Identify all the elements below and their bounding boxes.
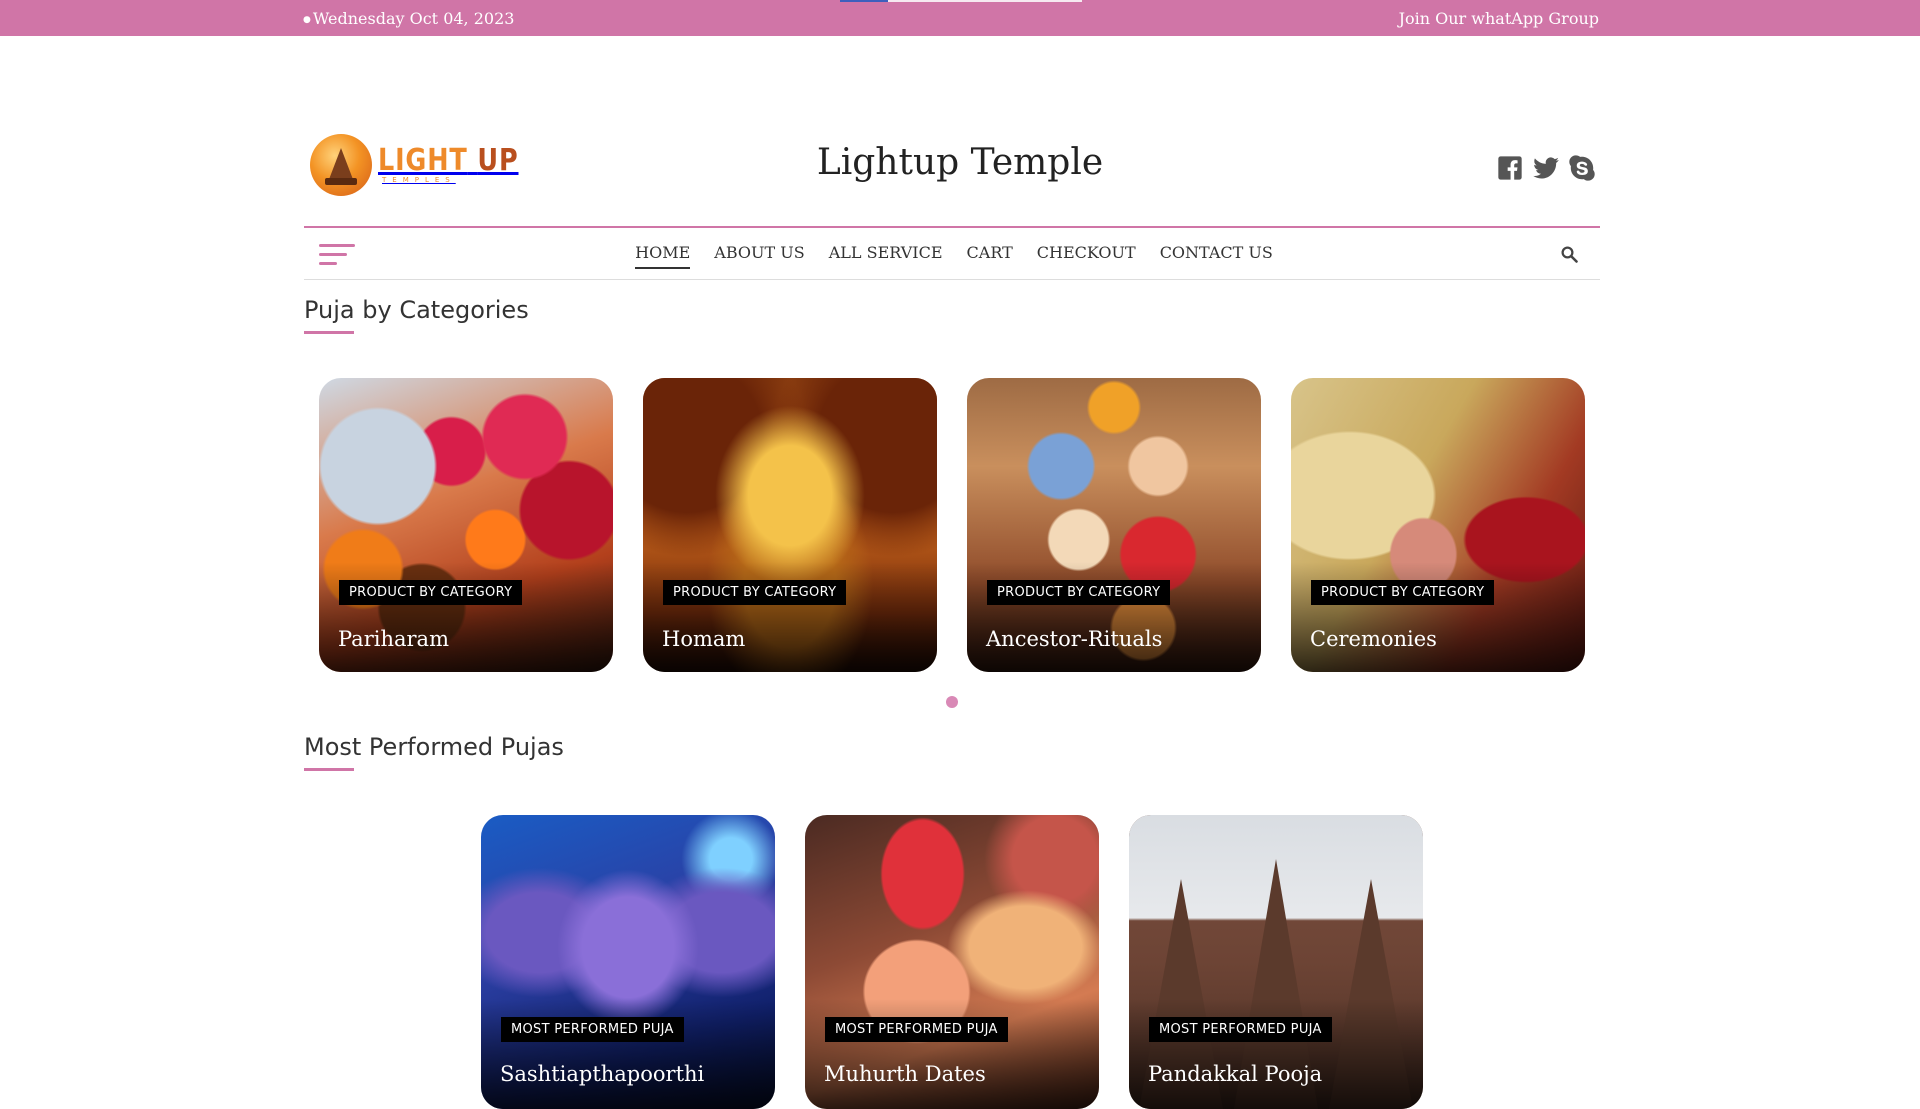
- puja-card-muhurth-dates[interactable]: MOST PERFORMED PUJA Muhurth Dates: [805, 815, 1099, 1109]
- puja-card-pandakkal-pooja[interactable]: MOST PERFORMED PUJA Pandakkal Pooja: [1129, 815, 1423, 1109]
- site-title: Lightup Temple: [816, 142, 1104, 183]
- social-links: [1496, 154, 1596, 182]
- puja-badge: MOST PERFORMED PUJA: [1149, 1017, 1332, 1042]
- nav-menu: HOME ABOUT US ALL SERVICE CART CHECKOUT …: [304, 243, 1600, 269]
- puja-card-sashtiapthapoorthi[interactable]: MOST PERFORMED PUJA Sashtiapthapoorthi: [481, 815, 775, 1109]
- facebook-icon[interactable]: [1496, 154, 1524, 182]
- twitter-icon[interactable]: [1532, 154, 1560, 182]
- category-name[interactable]: Ceremonies: [1310, 627, 1437, 651]
- category-card-ceremonies[interactable]: PRODUCT BY CATEGORY Ceremonies: [1291, 378, 1585, 672]
- category-card-ancestor-rituals[interactable]: PRODUCT BY CATEGORY Ancestor-Rituals: [967, 378, 1261, 672]
- site-header: LIGHT UP TEMPLES Lightup Temple: [0, 36, 1920, 226]
- bullet-icon: ●: [303, 14, 311, 25]
- categories-title-text: Puja by Categories: [304, 296, 529, 324]
- skype-icon[interactable]: [1568, 154, 1596, 182]
- nav-item-checkout[interactable]: CHECKOUT: [1037, 243, 1136, 269]
- nav-item-contact-us[interactable]: CONTACT US: [1160, 243, 1273, 269]
- top-bar: ● Wednesday Oct 04, 2023 Join Our whatApp…: [0, 0, 1920, 36]
- nav-item-about-us[interactable]: ABOUT US: [714, 243, 804, 269]
- progress-fill: [840, 0, 888, 2]
- category-badge: PRODUCT BY CATEGORY: [663, 580, 847, 605]
- puja-badge: MOST PERFORMED PUJA: [825, 1017, 1008, 1042]
- main-navigation: HOME ABOUT US ALL SERVICE CART CHECKOUT …: [304, 226, 1600, 280]
- search-icon[interactable]: [1560, 245, 1578, 263]
- most-performed-title-text: Most Performed Pujas: [304, 733, 564, 761]
- category-badge: PRODUCT BY CATEGORY: [987, 580, 1171, 605]
- puja-name[interactable]: Pandakkal Pooja: [1148, 1062, 1322, 1086]
- puja-name[interactable]: Muhurth Dates: [824, 1062, 986, 1086]
- nav-item-cart[interactable]: CART: [967, 243, 1013, 269]
- current-date: ● Wednesday Oct 04, 2023: [303, 9, 514, 28]
- category-badge: PRODUCT BY CATEGORY: [1311, 580, 1495, 605]
- title-underline: [304, 768, 354, 771]
- category-card-pariharam[interactable]: PRODUCT BY CATEGORY Pariharam: [319, 378, 613, 672]
- puja-badge: MOST PERFORMED PUJA: [501, 1017, 684, 1042]
- nav-item-home[interactable]: HOME: [635, 243, 691, 269]
- whatsapp-group-link[interactable]: Join Our whatApp Group: [1399, 9, 1599, 28]
- title-underline: [304, 331, 354, 334]
- category-name[interactable]: Pariharam: [338, 627, 449, 651]
- carousel-dot[interactable]: [946, 696, 958, 708]
- category-card-homam[interactable]: PRODUCT BY CATEGORY Homam: [643, 378, 937, 672]
- page-progress-bar: [840, 0, 1082, 2]
- categories-section-title: Puja by Categories: [304, 296, 529, 334]
- category-name[interactable]: Ancestor-Rituals: [986, 627, 1162, 651]
- date-text: Wednesday Oct 04, 2023: [312, 9, 515, 28]
- category-badge: PRODUCT BY CATEGORY: [339, 580, 523, 605]
- puja-name[interactable]: Sashtiapthapoorthi: [500, 1062, 704, 1086]
- most-performed-section-title: Most Performed Pujas: [304, 733, 564, 771]
- category-name[interactable]: Homam: [662, 627, 745, 651]
- nav-item-all-service[interactable]: ALL SERVICE: [829, 243, 943, 269]
